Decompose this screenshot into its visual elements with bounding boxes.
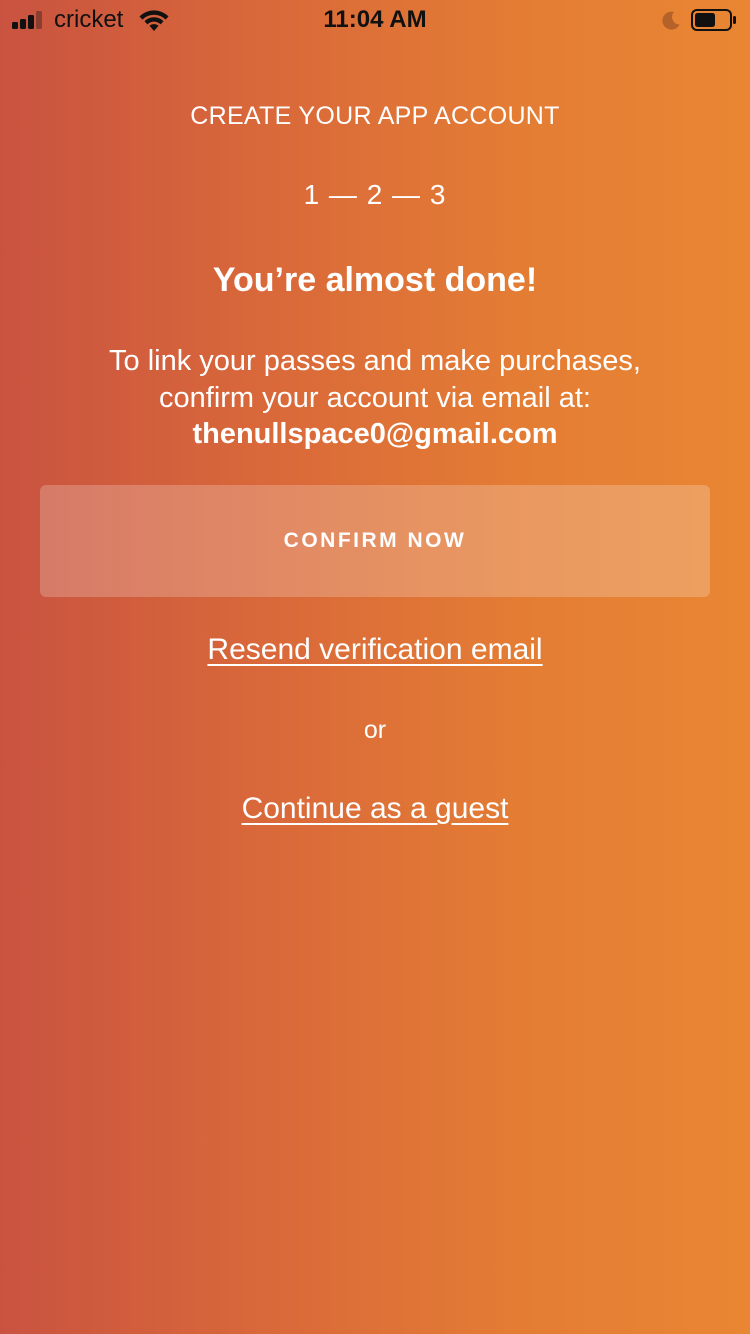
guest-link-row: Continue as a guest xyxy=(0,789,750,829)
resend-link-row: Resend verification email xyxy=(0,630,750,670)
confirmation-message: To link your passes and make purchases, … xyxy=(0,343,750,453)
confirm-now-button-label: CONFIRM NOW xyxy=(283,529,467,552)
or-divider-text: or xyxy=(363,716,387,744)
step-indicator: 1 — 2 — 3 xyxy=(303,179,447,210)
page-headline: You’re almost done! xyxy=(212,261,538,299)
message-line-1: To link your passes and make purchases, xyxy=(109,345,641,377)
message-line-2: confirm your account via email at: xyxy=(159,381,591,414)
account-email: thenullspace0@gmail.com xyxy=(192,418,558,450)
resend-verification-email-link[interactable]: Resend verification email xyxy=(207,633,542,666)
confirm-now-button[interactable]: CONFIRM NOW xyxy=(40,485,710,597)
status-time: 11:04 AM xyxy=(323,6,427,33)
account-confirmation-screen: cricket 11:04 AM CREATE YOUR APP ACCOUNT… xyxy=(0,0,750,1334)
do-not-disturb-moon-icon xyxy=(662,11,680,30)
battery-icon xyxy=(691,9,736,31)
status-bar: cricket 11:04 AM xyxy=(0,0,750,40)
header-title: CREATE YOUR APP ACCOUNT xyxy=(190,102,560,130)
continue-as-guest-link[interactable]: Continue as a guest xyxy=(242,792,509,825)
